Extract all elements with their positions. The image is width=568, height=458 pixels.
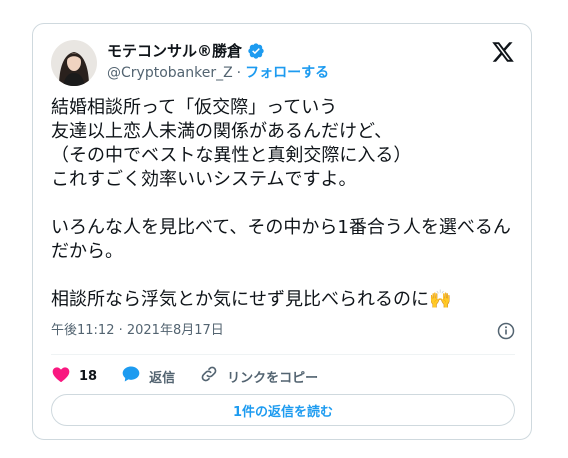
- action-bar: 18 返信 リンクをコピー: [51, 364, 342, 388]
- follow-button[interactable]: フォローする: [245, 64, 329, 82]
- x-logo-icon[interactable]: [491, 40, 515, 64]
- heart-icon: [51, 364, 71, 388]
- tweet-timestamp[interactable]: 午後11:12 · 2021年8月17日: [51, 322, 224, 340]
- reply-button[interactable]: 返信: [121, 364, 175, 388]
- read-replies-button[interactable]: 1件の返信を読む: [51, 394, 515, 426]
- info-icon[interactable]: [497, 322, 515, 340]
- tweet-text: 結婚相談所って「仮交際」っていう 友達以上恋人未満の関係があるんだけど、 （その…: [51, 97, 511, 310]
- copy-link-button[interactable]: リンクをコピー: [199, 364, 318, 388]
- like-count: 18: [79, 368, 98, 384]
- like-button[interactable]: 18: [51, 364, 97, 388]
- author-handle[interactable]: @Cryptobanker_Z: [107, 64, 233, 82]
- speech-bubble-icon: [121, 364, 141, 388]
- author-name[interactable]: モテコンサル®勝倉: [107, 41, 242, 61]
- link-icon: [199, 364, 219, 388]
- avatar[interactable]: [51, 40, 97, 86]
- tweet-card: モテコンサル®勝倉 @Cryptobanker_Z · フォローする 結婚相談所…: [32, 23, 532, 440]
- reply-label: 返信: [149, 370, 176, 386]
- divider: [51, 354, 515, 355]
- copy-link-label: リンクをコピー: [227, 370, 319, 386]
- handle-separator: ·: [236, 65, 242, 81]
- verified-badge-icon: [247, 42, 265, 60]
